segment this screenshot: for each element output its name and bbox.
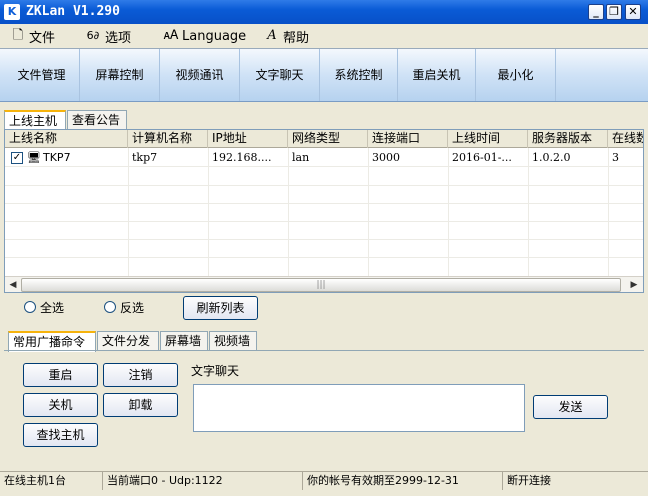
radio-circle-icon bbox=[104, 301, 116, 313]
cell-online-count: 3 bbox=[612, 151, 619, 164]
invert-select-radio[interactable]: 反选 bbox=[104, 299, 144, 315]
select-all-radio[interactable]: 全选 bbox=[24, 299, 64, 315]
menu-bar: 🗋 文件 6∂ 选项 🗚 Language A 帮助 bbox=[0, 24, 648, 48]
status-online-hosts: 在线主机1台 bbox=[0, 472, 103, 490]
cell-ip: 192.168.... bbox=[212, 151, 272, 164]
host-checkbox[interactable]: ✓ bbox=[11, 152, 23, 164]
app-icon: K bbox=[4, 4, 20, 20]
chat-label: 文字聊天 bbox=[191, 364, 240, 378]
uninstall-button[interactable]: 卸载 bbox=[103, 393, 178, 417]
cell-computer-name: tkp7 bbox=[132, 151, 158, 164]
file-manager-button[interactable]: 文件管理 bbox=[4, 49, 80, 101]
scroll-left-icon[interactable]: ◀ bbox=[6, 278, 20, 292]
close-button[interactable]: ✕ bbox=[625, 4, 641, 20]
status-port: 当前端口0 - Udp:1122 bbox=[103, 472, 303, 490]
logout-button[interactable]: 注销 bbox=[103, 363, 178, 387]
chat-input[interactable] bbox=[193, 384, 525, 432]
radio-circle-icon bbox=[24, 301, 36, 313]
send-button[interactable]: 发送 bbox=[533, 395, 608, 419]
title-bar: K ZKLan V1.290 _ ❐ ✕ bbox=[0, 0, 648, 24]
column-online-count[interactable]: 在线数 bbox=[608, 130, 643, 148]
shutdown-button[interactable]: 关机 bbox=[23, 393, 98, 417]
tab-view-notice[interactable]: 查看公告 bbox=[67, 110, 127, 130]
menu-language[interactable]: 🗚 Language bbox=[163, 27, 247, 45]
column-network-type[interactable]: 网络类型 bbox=[288, 130, 368, 148]
find-host-button[interactable]: 查找主机 bbox=[23, 423, 98, 447]
scroll-right-icon[interactable]: ▶ bbox=[627, 278, 641, 292]
window-title: ZKLan V1.290 bbox=[26, 4, 120, 19]
refresh-list-button[interactable]: 刷新列表 bbox=[183, 296, 258, 320]
maximize-button[interactable]: ❐ bbox=[606, 4, 622, 20]
help-icon: A bbox=[267, 28, 277, 43]
cell-online-time: 2016-01-... bbox=[452, 151, 512, 164]
video-chat-button[interactable]: 视频通讯 bbox=[160, 49, 240, 101]
tab-file-distribution[interactable]: 文件分发 bbox=[97, 331, 159, 351]
cell-server-version: 1.0.2.0 bbox=[532, 151, 571, 164]
invert-select-label: 反选 bbox=[120, 300, 145, 315]
menu-help-label: 帮助 bbox=[283, 30, 310, 46]
tab-screen-wall[interactable]: 屏幕墙 bbox=[160, 331, 208, 351]
table-row[interactable]: ✓ 🖥 TKP7 tkp7 192.168.... lan 3000 2016-… bbox=[5, 149, 643, 167]
menu-file-label: 文件 bbox=[29, 30, 56, 46]
menu-options[interactable]: 6∂ 选项 bbox=[84, 27, 132, 46]
menu-help[interactable]: A 帮助 bbox=[264, 27, 310, 46]
menu-options-label: 选项 bbox=[105, 30, 132, 46]
cell-port: 3000 bbox=[372, 151, 400, 164]
text-chat-button[interactable]: 文字聊天 bbox=[240, 49, 320, 101]
column-computer-name[interactable]: 计算机名称 bbox=[128, 130, 208, 148]
status-disconnect[interactable]: 断开连接 bbox=[503, 472, 648, 490]
language-icon: 🗚 bbox=[163, 28, 179, 43]
document-icon: 🗋 bbox=[12, 28, 24, 43]
restart-button[interactable]: 重启 bbox=[23, 363, 98, 387]
table-header: 上线名称 计算机名称 IP地址 网络类型 连接端口 上线时间 服务器版本 在线数 bbox=[5, 130, 643, 148]
column-ip[interactable]: IP地址 bbox=[208, 130, 288, 148]
minimize-toolbar-button[interactable]: 最小化 bbox=[476, 49, 556, 101]
cell-online-name: TKP7 bbox=[43, 151, 71, 164]
tab-broadcast-commands[interactable]: 常用广播命令 bbox=[8, 331, 96, 352]
select-all-label: 全选 bbox=[40, 300, 65, 315]
system-control-button[interactable]: 系统控制 bbox=[320, 49, 398, 101]
menu-language-label: Language bbox=[182, 28, 247, 44]
menu-file[interactable]: 🗋 文件 bbox=[10, 27, 56, 46]
tab-online-hosts[interactable]: 上线主机 bbox=[4, 110, 66, 131]
cell-network-type: lan bbox=[292, 151, 310, 164]
status-bar: 在线主机1台 当前端口0 - Udp:1122 你的帐号有效期至2999-12-… bbox=[0, 471, 648, 496]
restart-shutdown-button[interactable]: 重启关机 bbox=[398, 49, 476, 101]
tab-video-wall[interactable]: 视频墙 bbox=[209, 331, 257, 351]
status-account-expiry: 你的帐号有效期至2999-12-31 bbox=[303, 472, 503, 490]
column-server-version[interactable]: 服务器版本 bbox=[528, 130, 608, 148]
toolbar: 文件管理 屏幕控制 视频通讯 文字聊天 系统控制 重启关机 最小化 bbox=[0, 48, 648, 102]
screen-control-button[interactable]: 屏幕控制 bbox=[80, 49, 160, 101]
minimize-button[interactable]: _ bbox=[588, 4, 604, 20]
column-online-time[interactable]: 上线时间 bbox=[448, 130, 528, 148]
column-online-name[interactable]: 上线名称 bbox=[5, 130, 128, 148]
column-port[interactable]: 连接端口 bbox=[368, 130, 448, 148]
glasses-icon: 6∂ bbox=[86, 29, 100, 42]
horizontal-scrollbar[interactable]: ◀ ||| ▶ bbox=[5, 276, 643, 292]
scroll-thumb[interactable]: ||| bbox=[21, 278, 621, 292]
host-table: 上线名称 计算机名称 IP地址 网络类型 连接端口 上线时间 服务器版本 在线数… bbox=[4, 129, 644, 293]
